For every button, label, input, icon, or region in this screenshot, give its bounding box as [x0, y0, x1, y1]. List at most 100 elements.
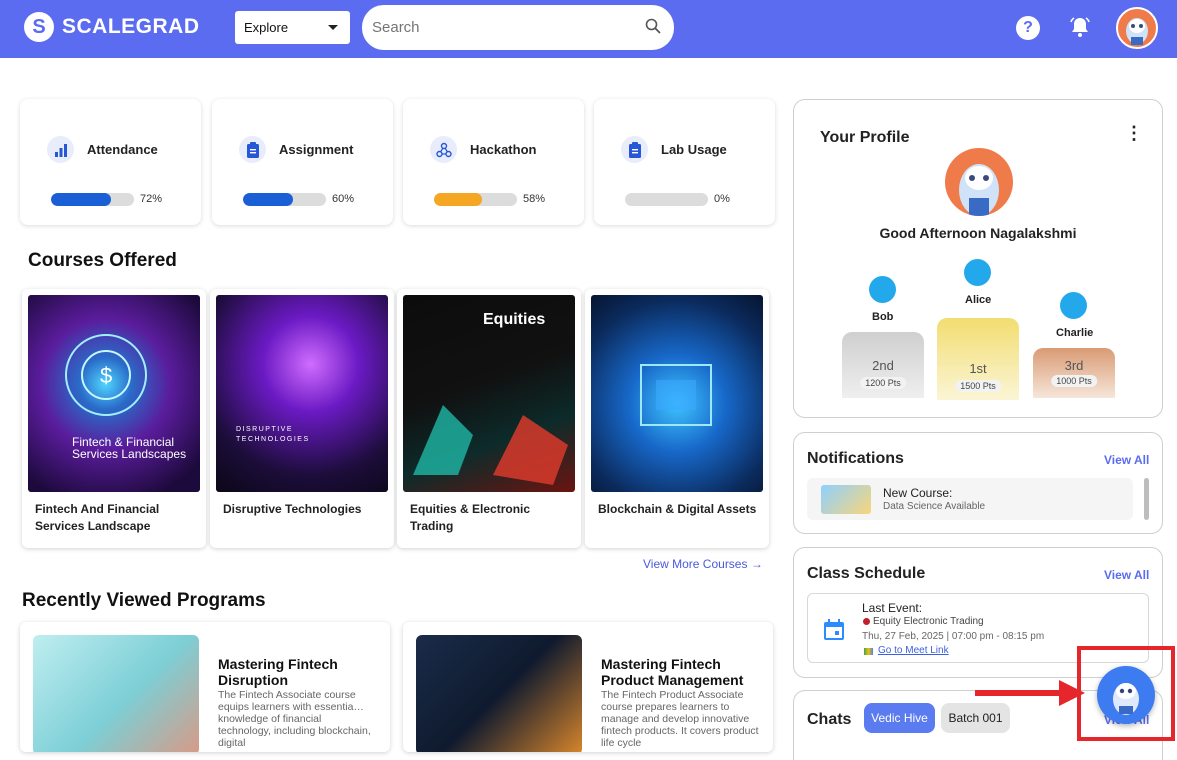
course-title: Fintech And Financial Services Landscape	[35, 502, 160, 533]
more-options-icon[interactable]: ⋮	[1125, 124, 1143, 142]
programs-heading: Recently Viewed Programs	[22, 590, 266, 611]
leader-name: Alice	[965, 294, 992, 306]
course-card[interactable]: Blockchain & Digital Assets	[585, 289, 769, 548]
meet-link[interactable]: Go to Meet Link	[878, 645, 949, 656]
clipboard-icon	[621, 136, 648, 163]
podium-rank: 1st	[969, 361, 987, 376]
progress-percent: 60%	[332, 193, 355, 205]
notification-subtitle: Data Science Available	[883, 501, 986, 512]
event-name: Equity Electronic Trading	[873, 616, 984, 627]
podium-points: 1200 Pts	[860, 377, 906, 389]
schedule-view-all-link[interactable]: View All	[1104, 568, 1149, 582]
notifications-view-all-link[interactable]: View All	[1104, 453, 1149, 467]
network-icon	[430, 136, 457, 163]
notification-thumbnail	[821, 485, 871, 514]
stat-title: Assignment	[279, 142, 354, 157]
stat-title: Attendance	[87, 142, 158, 157]
progress-percent: 0%	[714, 193, 730, 205]
program-image	[416, 635, 582, 752]
explore-dropdown[interactable]: Explore	[235, 11, 350, 44]
podium-rank: 3rd	[1064, 358, 1084, 373]
scrollbar[interactable]	[1144, 478, 1149, 520]
lab-usage-card[interactable]: Lab Usage 0%	[594, 99, 775, 225]
attendance-card[interactable]: Attendance 72%	[20, 99, 201, 225]
chat-chip-vedic-hive[interactable]: Vedic Hive	[864, 703, 935, 733]
course-cover-image: DISRUPTIVE TECHNOLOGIES	[216, 295, 388, 492]
course-cover-image: $ Fintech & Financial Services Landscape…	[28, 295, 200, 492]
brand-logo[interactable]: S SCALEGRAD	[24, 12, 200, 42]
progress-bar	[243, 193, 326, 206]
program-title: Mastering Fintech Product Management	[601, 656, 744, 688]
notification-item[interactable]: New Course: Data Science Available	[807, 478, 1133, 520]
schedule-title: Class Schedule	[807, 565, 926, 582]
view-more-courses-link[interactable]: View More Courses →	[643, 557, 763, 571]
course-title: Blockchain & Digital Assets	[598, 502, 757, 516]
program-card[interactable]: Mastering Fintech Product Management The…	[403, 622, 773, 752]
search-icon[interactable]	[645, 18, 661, 34]
program-description: The Fintech Associate course equips lear…	[218, 689, 371, 749]
top-navbar: S SCALEGRAD Explore ?	[0, 0, 1177, 58]
progress-percent: 72%	[140, 193, 163, 205]
podium-points: 1500 Pts	[955, 380, 1001, 392]
annotation-highlight-box	[1077, 646, 1175, 741]
calendar-icon	[824, 619, 844, 640]
bar-chart-icon	[47, 136, 74, 163]
svg-text:$: $	[100, 363, 112, 388]
leader-name: Charlie	[1056, 327, 1094, 339]
profile-avatar	[945, 148, 1013, 216]
cover-text: DISRUPTIVE TECHNOLOGIES	[236, 426, 310, 443]
program-title: Mastering Fintech Disruption	[218, 656, 338, 688]
program-card[interactable]: Mastering Fintech Disruption The Fintech…	[20, 622, 390, 752]
progress-bar	[51, 193, 134, 206]
google-meet-icon	[864, 648, 873, 655]
brand-name: SCALEGRAD	[62, 15, 200, 38]
annotation-arrow	[975, 690, 1061, 696]
explore-label: Explore	[244, 20, 289, 35]
notification-bell-icon[interactable]	[1068, 15, 1092, 39]
caret-down-icon	[328, 25, 338, 30]
podium-points: 1000 Pts	[1051, 375, 1097, 387]
status-dot-icon	[863, 618, 870, 625]
course-card[interactable]: Equities Equities & Electronic Trading	[397, 289, 581, 548]
progress-bar	[625, 193, 708, 206]
progress-bar	[434, 193, 517, 206]
profile-panel: Your Profile ⋮ Good Afternoon Nagalakshm…	[793, 99, 1163, 418]
assignment-card[interactable]: Assignment 60%	[212, 99, 393, 225]
profile-title: Your Profile	[820, 129, 910, 146]
progress-fill	[243, 193, 293, 206]
courses-heading: Courses Offered	[28, 250, 177, 271]
course-card[interactable]: DISRUPTIVE TECHNOLOGIES Disruptive Techn…	[210, 289, 394, 548]
leader-name: Bob	[872, 311, 894, 323]
podium-third: 3rd 1000 Pts	[1033, 348, 1115, 398]
add-user-icon	[869, 276, 896, 303]
course-card[interactable]: $ Fintech & Financial Services Landscape…	[22, 289, 206, 548]
chats-title: Chats	[807, 711, 852, 728]
user-avatar[interactable]	[1116, 7, 1158, 49]
add-user-icon	[964, 259, 991, 286]
stat-title: Hackathon	[470, 142, 537, 157]
cover-text: Fintech & Financial Services Landscapes	[72, 435, 187, 461]
add-user-icon	[1060, 292, 1087, 319]
notifications-title: Notifications	[807, 450, 904, 467]
progress-fill	[434, 193, 483, 206]
notifications-panel: Notifications View All New Course: Data …	[793, 432, 1163, 534]
podium-second: 2nd 1200 Pts	[842, 332, 924, 398]
progress-percent: 58%	[523, 193, 546, 205]
help-icon[interactable]: ?	[1016, 16, 1040, 40]
stat-title: Lab Usage	[661, 142, 727, 157]
clipboard-icon	[239, 136, 266, 163]
course-title: Disruptive Technologies	[223, 502, 362, 516]
search-input[interactable]	[362, 5, 674, 50]
course-cover-image	[591, 295, 763, 492]
program-image	[33, 635, 199, 752]
event-label: Last Event:	[862, 601, 923, 615]
hackathon-card[interactable]: Hackathon 58%	[403, 99, 584, 225]
greeting-text: Good Afternoon Nagalakshmi	[879, 225, 1077, 241]
chat-chip-batch-001[interactable]: Batch 001	[941, 703, 1010, 733]
notification-title: New Course:	[883, 486, 953, 500]
course-cover-image: Equities	[403, 295, 575, 492]
progress-fill	[51, 193, 111, 206]
event-time: Thu, 27 Feb, 2025 | 07:00 pm - 08:15 pm	[862, 631, 1045, 642]
podium-rank: 2nd	[872, 358, 894, 373]
logo-icon: S	[24, 12, 54, 42]
